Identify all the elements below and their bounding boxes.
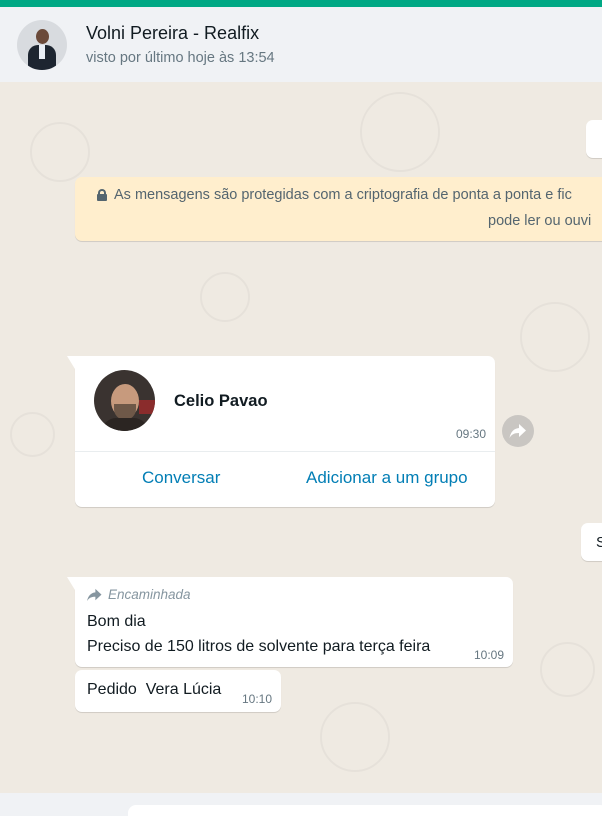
- message-text-line: Preciso de 150 litros de solvente para t…: [87, 638, 431, 655]
- bubble-tail: [67, 577, 75, 590]
- wallpaper-doodle: [200, 272, 250, 322]
- message-time: 09:30: [455, 427, 486, 441]
- outgoing-message-fragment-text: S: [596, 534, 602, 551]
- contact-avatar[interactable]: [17, 19, 67, 70]
- chat-panel[interactable]: As mensagens são protegidas com a cripto…: [0, 82, 602, 793]
- contact-info[interactable]: Volni Pereira - Realfix visto por último…: [86, 21, 275, 68]
- compose-footer: [0, 793, 602, 816]
- message-time: 10:10: [241, 692, 272, 706]
- wallpaper-doodle: [360, 92, 440, 172]
- bubble-tail: [67, 356, 75, 369]
- wallpaper-doodle: [520, 302, 590, 372]
- message-text: Pedido Vera Lúcia: [87, 681, 222, 698]
- avatar-background: [139, 400, 155, 414]
- shared-contact-avatar[interactable]: [94, 370, 155, 431]
- wallpaper-doodle: [540, 642, 595, 697]
- lock-icon: [97, 189, 107, 201]
- message-time: 10:09: [473, 648, 504, 662]
- forward-button[interactable]: [502, 415, 534, 447]
- incoming-message[interactable]: Encaminhada Bom dia Preciso de 150 litro…: [67, 577, 513, 667]
- forwarded-icon: [87, 588, 102, 601]
- message-input[interactable]: [128, 805, 602, 816]
- encryption-notice[interactable]: As mensagens são protegidas com a cripto…: [75, 177, 602, 241]
- contact-name: Volni Pereira - Realfix: [86, 23, 260, 43]
- message-text-line: Bom dia: [87, 613, 146, 630]
- outgoing-message-fragment[interactable]: S: [581, 523, 602, 561]
- shared-contact-card[interactable]: Celio Pavao 09:30 Conversar Adicionar a …: [67, 356, 495, 507]
- forwarded-label-row: Encaminhada: [86, 587, 191, 602]
- incoming-message[interactable]: Pedido Vera Lúcia 10:10: [75, 670, 281, 712]
- top-accent-bar: [0, 0, 602, 7]
- avatar-shirt: [102, 418, 148, 431]
- encryption-notice-line1: As mensagens são protegidas com a cripto…: [114, 187, 572, 203]
- avatar-head: [36, 28, 49, 44]
- card-divider: [75, 451, 495, 452]
- chat-header[interactable]: Volni Pereira - Realfix visto por último…: [0, 7, 602, 82]
- shared-contact-name[interactable]: Celio Pavao: [174, 392, 268, 411]
- encryption-notice-line2: pode ler ou ouvi: [488, 213, 592, 229]
- forward-arrow-icon: [509, 424, 526, 438]
- wallpaper-doodle: [30, 122, 90, 182]
- wallpaper-doodle: [10, 412, 55, 457]
- last-seen-status: visto por último hoje às 13:54: [86, 50, 275, 66]
- outgoing-message-fragment[interactable]: [586, 120, 602, 158]
- add-to-group-button[interactable]: Adicionar a um grupo: [306, 468, 468, 488]
- forwarded-label: Encaminhada: [108, 587, 191, 602]
- wallpaper-doodle: [320, 702, 390, 772]
- avatar-shirt: [39, 44, 45, 59]
- chat-with-contact-button[interactable]: Conversar: [142, 468, 220, 488]
- encryption-notice-line1-wrap: As mensagens são protegidas com a cripto…: [97, 187, 572, 203]
